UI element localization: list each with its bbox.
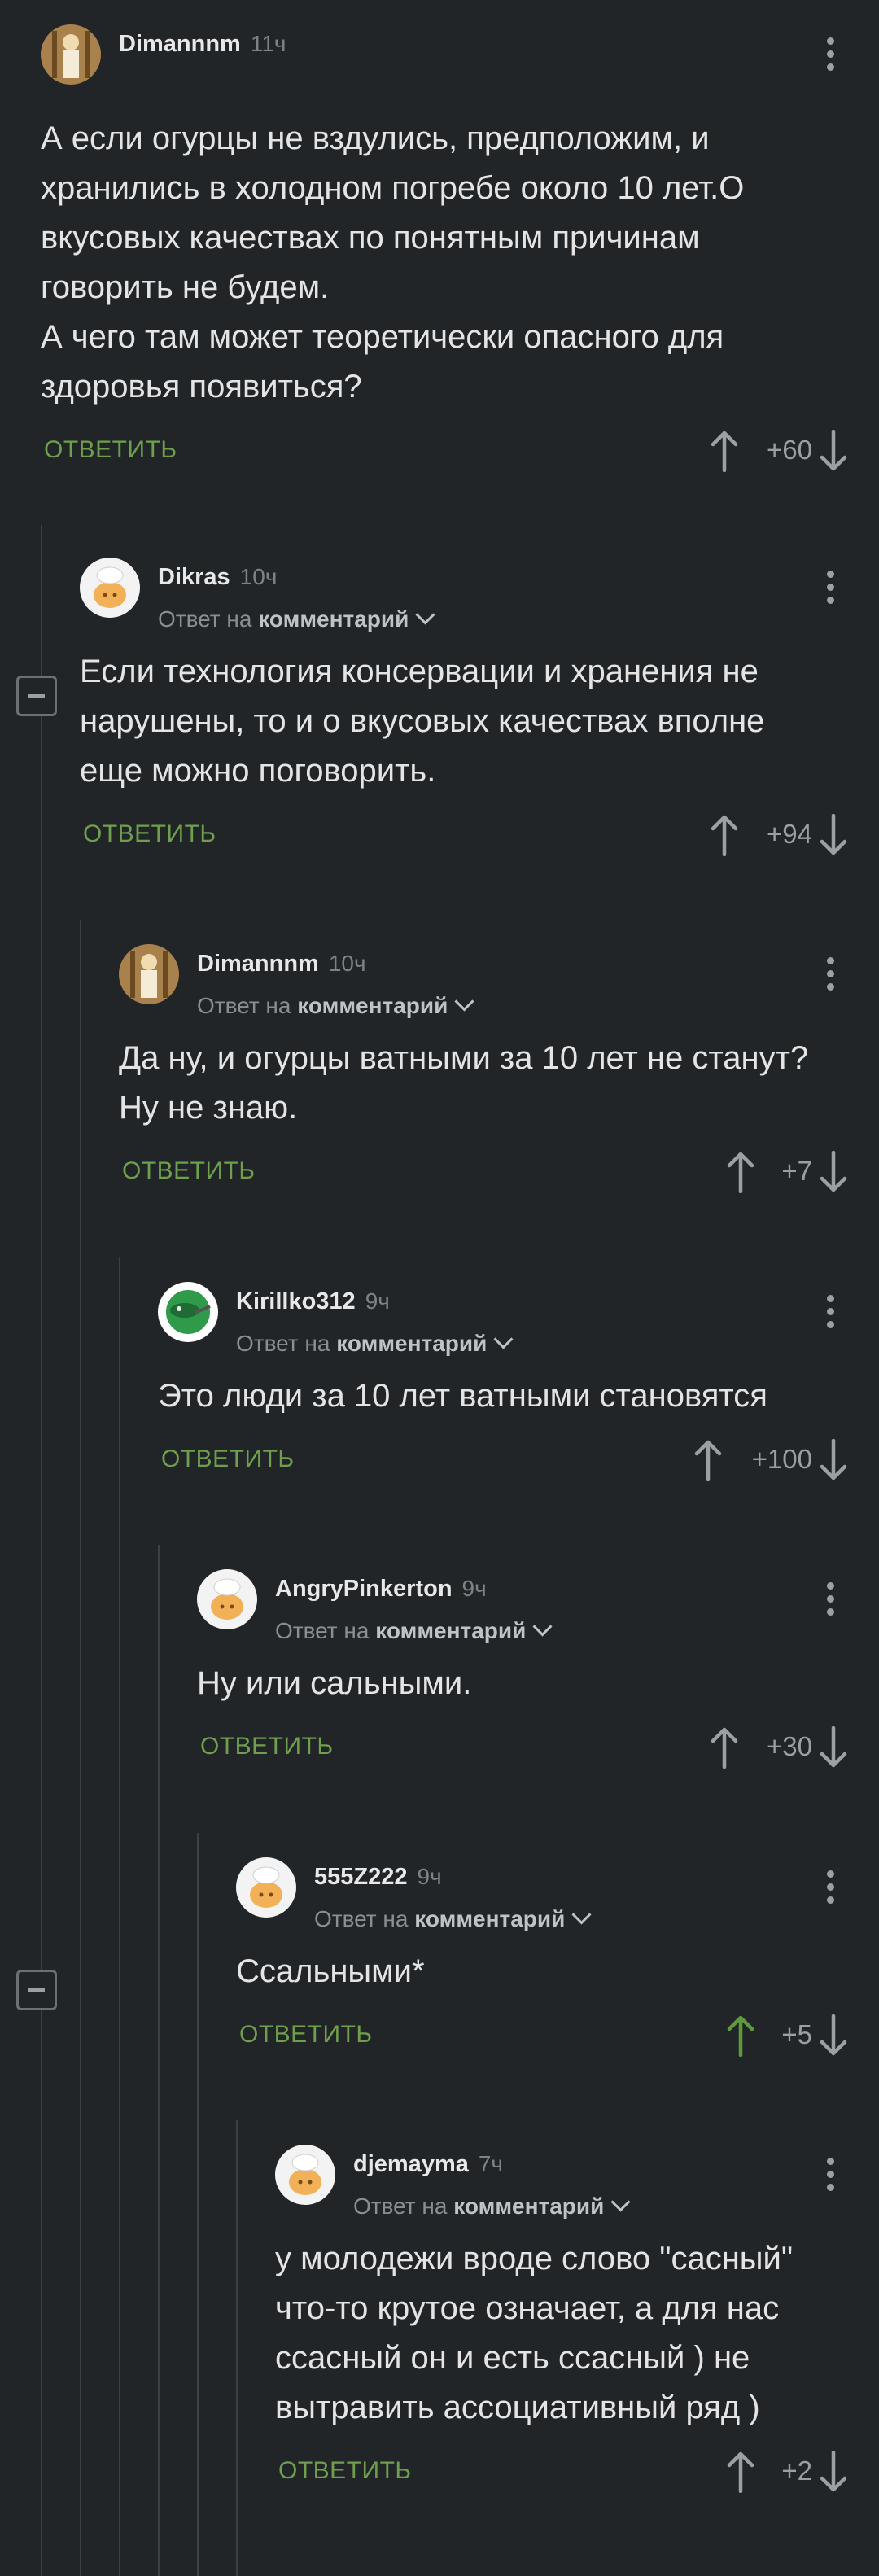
thread-line <box>41 525 42 2576</box>
more-options-icon[interactable] <box>827 1295 835 1334</box>
collapse-thread-button[interactable] <box>16 1970 57 2010</box>
thread-line <box>80 920 81 2576</box>
thread-line <box>119 1257 120 2576</box>
comment-score: +5 <box>781 2019 812 2049</box>
thread-line <box>197 1833 199 2576</box>
comment: Dimannnm 10ч Ответ на комментарий Да ну, … <box>119 936 879 1211</box>
reply-button[interactable]: ОТВЕТИТЬ <box>278 2457 412 2485</box>
comment: Dimannnm 11ч А если огурцы не вздулись, п… <box>41 16 879 490</box>
more-options-icon[interactable] <box>827 1582 835 1621</box>
timestamp: 10ч <box>239 564 278 589</box>
reply-to-link[interactable]: Ответ на комментарий <box>197 991 474 1019</box>
person-avatar[interactable] <box>41 24 101 85</box>
chef-avatar[interactable] <box>275 2145 335 2205</box>
timestamp: 10ч <box>328 951 366 976</box>
reply-to-link[interactable]: Ответ на комментарий <box>236 1329 514 1357</box>
reply-button[interactable]: ОТВЕТИТЬ <box>83 820 216 848</box>
chevron-down-icon <box>493 1329 514 1349</box>
comment-score: +7 <box>781 1156 812 1186</box>
more-options-icon[interactable] <box>827 571 835 610</box>
chevron-down-icon <box>415 605 435 625</box>
chef-avatar[interactable] <box>236 1857 296 1918</box>
chevron-down-icon <box>454 991 474 1012</box>
timestamp: 11ч <box>250 31 286 56</box>
username[interactable]: 555Z222 9ч <box>314 1864 442 1891</box>
comment-text: Если технология консервации и хранения н… <box>80 654 765 789</box>
username[interactable]: Dimannnm 10ч <box>197 951 366 977</box>
downvote-icon[interactable] <box>817 2451 850 2493</box>
downvote-icon[interactable] <box>817 430 850 472</box>
comment-text: Да ну, и огурцы ватными за 10 лет не ста… <box>119 1040 809 1126</box>
downvote-icon[interactable] <box>817 814 850 856</box>
more-options-icon[interactable] <box>827 37 835 77</box>
comment-score: +100 <box>751 1444 812 1474</box>
comment-text: Это люди за 10 лет ватными становятся <box>158 1378 767 1414</box>
username[interactable]: Dimannnm 11ч <box>119 31 286 58</box>
more-options-icon[interactable] <box>827 957 835 996</box>
username[interactable]: Kirillko312 9ч <box>236 1288 390 1315</box>
thread-line <box>158 1545 160 2576</box>
downvote-icon[interactable] <box>817 1151 850 1193</box>
reply-button[interactable]: ОТВЕТИТЬ <box>122 1157 256 1185</box>
comment-score: +60 <box>767 435 812 465</box>
comment-score: +94 <box>767 819 812 849</box>
comment: djemayma 7ч Ответ на комментарий у молоде… <box>275 2136 879 2511</box>
comment-text: у молодежи вроде слово "сасный" что-то кр… <box>275 2241 794 2425</box>
more-options-icon[interactable] <box>827 2158 835 2197</box>
username[interactable]: djemayma 7ч <box>353 2151 503 2178</box>
upvote-icon[interactable] <box>692 1439 724 1481</box>
chevron-down-icon <box>610 2192 631 2212</box>
collapse-thread-button[interactable] <box>16 676 57 716</box>
reply-button[interactable]: ОТВЕТИТЬ <box>239 2021 373 2049</box>
person-avatar[interactable] <box>119 944 179 1004</box>
more-options-icon[interactable] <box>827 1870 835 1909</box>
reply-button[interactable]: ОТВЕТИТЬ <box>44 436 177 464</box>
downvote-icon[interactable] <box>817 1439 850 1481</box>
comment-score: +2 <box>781 2456 812 2486</box>
reply-button[interactable]: ОТВЕТИТЬ <box>200 1733 334 1760</box>
reply-to-link[interactable]: Ответ на комментарий <box>353 2192 631 2220</box>
timestamp: 7ч <box>478 2151 504 2176</box>
thread-line <box>236 2120 238 2576</box>
comment: AngryPinkerton 9ч Ответ на комментарий Ну… <box>197 1561 879 1787</box>
timestamp: 9ч <box>461 1576 487 1601</box>
chef-avatar[interactable] <box>197 1569 257 1629</box>
downvote-icon[interactable] <box>817 2014 850 2057</box>
comment-text: Ну или сальными. <box>197 1665 472 1701</box>
chevron-down-icon <box>571 1905 592 1925</box>
username[interactable]: Dikras 10ч <box>158 564 277 591</box>
reply-button[interactable]: ОТВЕТИТЬ <box>161 1445 295 1473</box>
chevron-down-icon <box>532 1616 553 1637</box>
chef-avatar[interactable] <box>80 558 140 618</box>
comment: Kirillko312 9ч Ответ на комментарий Это л… <box>158 1274 879 1499</box>
green-avatar[interactable] <box>158 1282 218 1342</box>
comment-text: Ссальными* <box>236 1953 425 1989</box>
reply-to-link[interactable]: Ответ на комментарий <box>275 1616 553 1644</box>
timestamp: 9ч <box>365 1288 390 1314</box>
comment-score: +30 <box>767 1731 812 1761</box>
timestamp: 9ч <box>417 1864 442 1889</box>
reply-to-link[interactable]: Ответ на комментарий <box>314 1905 592 1932</box>
comment: 555Z222 9ч Ответ на комментарий Ссальными… <box>236 1849 879 2075</box>
reply-to-link[interactable]: Ответ на комментарий <box>158 605 435 632</box>
downvote-icon[interactable] <box>817 1726 850 1769</box>
comment-text: А если огурцы не вздулись, предположим, … <box>41 120 745 405</box>
username[interactable]: AngryPinkerton 9ч <box>275 1576 487 1603</box>
comment: Dikras 10ч Ответ на комментарий Если техн… <box>80 549 879 874</box>
